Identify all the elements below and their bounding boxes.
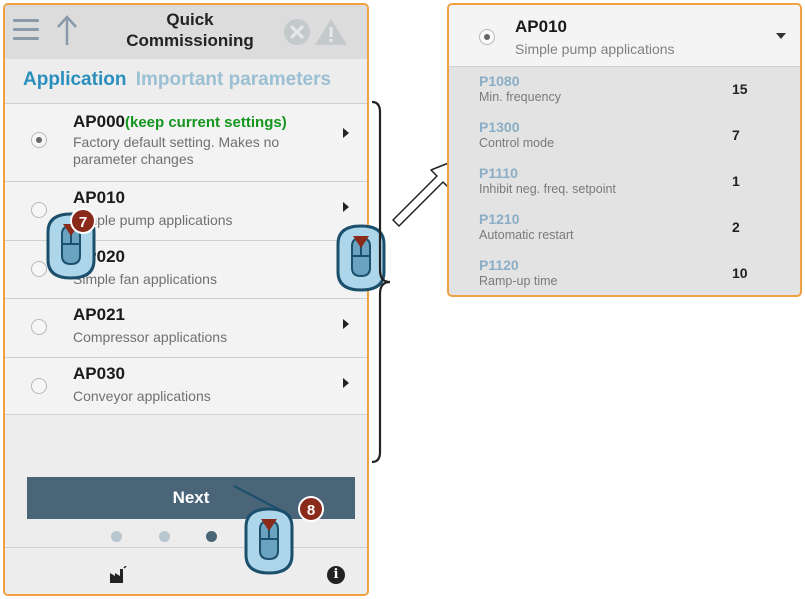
- item-description: Conveyor applications: [73, 387, 211, 404]
- chevron-right-icon[interactable]: [343, 128, 349, 138]
- item-title: AP010: [73, 188, 125, 207]
- application-detail-panel: AP010 Simple pump applications P1080 Min…: [447, 3, 802, 297]
- page-dot: [111, 531, 122, 542]
- radio-ap030[interactable]: [31, 377, 47, 394]
- param-value: 2: [732, 219, 740, 235]
- parameter-row: P1120 Ramp-up time 10: [449, 253, 800, 295]
- list-item-ap030[interactable]: AP030 Conveyor applications: [5, 356, 367, 415]
- param-code: P1080: [479, 73, 520, 89]
- param-value: 1: [732, 173, 740, 189]
- param-value: 15: [732, 81, 748, 97]
- param-code: P1120: [479, 257, 519, 273]
- top-toolbar: Quick Commissioning: [5, 5, 367, 59]
- step-badge: 8: [298, 496, 324, 522]
- param-name: Automatic restart: [479, 228, 574, 242]
- item-description: Factory default setting. Makes no parame…: [73, 134, 280, 167]
- info-icon[interactable]: i: [327, 566, 345, 584]
- parameter-row: P1110 Inhibit neg. freq. setpoint 1: [449, 161, 800, 207]
- menu-icon[interactable]: [13, 19, 39, 41]
- item-description: Compressor applications: [73, 329, 228, 345]
- up-arrow-icon[interactable]: [55, 13, 79, 49]
- pointer-line: [233, 485, 281, 511]
- dropdown-caret-icon[interactable]: [776, 33, 786, 39]
- item-description: Simple pump applications: [73, 212, 233, 228]
- factory-reset-icon[interactable]: [109, 566, 127, 584]
- item-title: AP021: [73, 305, 125, 324]
- param-code: P1110: [479, 165, 518, 181]
- chevron-right-icon[interactable]: [343, 319, 349, 329]
- param-code: P1210: [479, 211, 520, 227]
- radio-ap000[interactable]: [31, 132, 47, 148]
- chevron-right-icon[interactable]: [343, 202, 349, 212]
- param-name: Control mode: [479, 136, 555, 150]
- tab-important-parameters[interactable]: Important parameters: [136, 69, 331, 90]
- item-title: AP000(keep current settings): [73, 112, 287, 131]
- param-code: P1300: [479, 119, 520, 135]
- bottom-toolbar: i: [5, 547, 367, 594]
- list-item-ap021[interactable]: AP021 Compressor applications: [5, 298, 367, 357]
- param-value: 7: [732, 127, 740, 143]
- step-badge: 7: [70, 208, 96, 234]
- detail-description: Simple pump applications: [515, 41, 675, 57]
- list-item-ap000[interactable]: AP000(keep current settings) Factory def…: [5, 103, 367, 181]
- detail-header[interactable]: AP010 Simple pump applications: [449, 5, 800, 67]
- param-value: 10: [732, 265, 748, 281]
- parameter-row: P1300 Control mode 7: [449, 115, 800, 161]
- detail-title: AP010: [515, 17, 567, 36]
- page-title: Quick Commissioning: [126, 10, 254, 50]
- page-dot: [159, 531, 170, 542]
- item-description: Simple fan applications: [73, 270, 217, 287]
- chevron-right-icon[interactable]: [343, 377, 349, 388]
- parameter-row: P1210 Automatic restart 2: [449, 207, 800, 253]
- parameter-row: P1080 Min. frequency 15: [449, 69, 800, 115]
- tab-bar: Application Important parameters: [5, 63, 367, 97]
- tab-application[interactable]: Application: [23, 69, 126, 90]
- radio-ap021[interactable]: [31, 319, 47, 335]
- page-indicator: [5, 531, 367, 545]
- page-dot-active: [206, 531, 217, 542]
- item-title: AP030: [73, 363, 125, 383]
- param-name: Inhibit neg. freq. setpoint: [479, 182, 616, 196]
- param-name: Min. frequency: [479, 90, 561, 104]
- param-name: Ramp-up time: [479, 274, 558, 288]
- status-icons: [284, 19, 347, 45]
- radio-selected[interactable]: [479, 29, 495, 45]
